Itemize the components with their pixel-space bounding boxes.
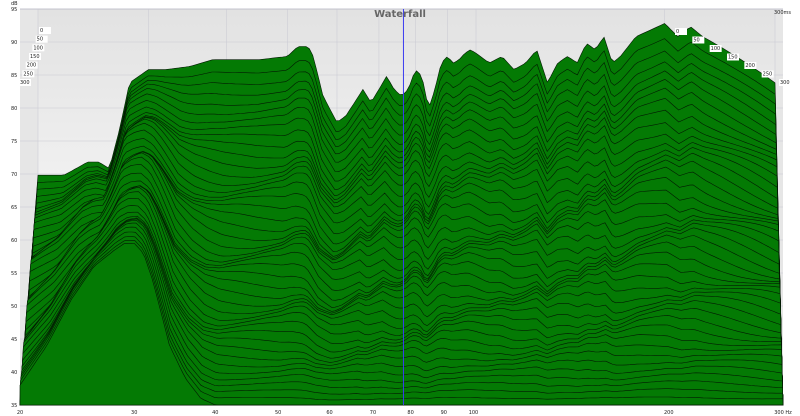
y-tick-label: 75 [11,139,17,145]
chart-title: Waterfall [374,9,426,20]
y-tick-label: 85 [11,73,17,79]
x-tick-label: 90 [441,410,447,416]
time-tick-right: 150 [728,55,738,61]
x-tick-label: 40 [212,410,218,416]
time-tick-left: 50 [37,37,43,43]
time-tick-left: 300 [20,80,30,86]
x-tick-label: 50 [275,410,281,416]
time-tick-left: 150 [30,54,40,60]
y-tick-label: 90 [11,40,17,46]
y-tick-label: 65 [11,205,17,211]
y-tick-label: 50 [11,304,17,310]
x-tick-label: 100 [469,410,479,416]
y-tick-label: 95 [11,7,17,13]
y-tick-label: 45 [11,337,17,343]
time-tick-right: 50 [693,38,699,44]
y-tick-label: 80 [11,106,17,112]
time-tick-left: 200 [27,63,37,69]
x-tick-label: 300 Hz [774,410,792,416]
x-tick-label: 70 [370,410,376,416]
time-tick-right: 0 [676,29,679,35]
x-tick-label: 30 [131,410,137,416]
time-tick-right: 300 [780,80,790,86]
x-tick-label: 60 [326,410,332,416]
waterfall-chart: 35 40 45 50 55 60 65 70 75 80 85 90 95 20 30 40 50 60 70 8… [0,0,800,416]
time-tick-right: 100 [711,46,721,52]
y-tick-label: 60 [11,238,17,244]
time-tick-left: 100 [33,45,43,51]
time-tick-right: 250 [763,72,773,78]
x-tick-label: 80 [407,410,413,416]
y-tick-label: 55 [11,271,17,277]
x-tick-label: 20 [17,410,23,416]
y-axis-unit: dB [11,1,18,7]
time-axis-end-label: 300ms [774,10,791,16]
time-tick-left: 250 [23,71,33,77]
time-tick-right: 200 [745,63,755,69]
x-tick-label: 200 [664,410,674,416]
time-tick-left: 0 [40,28,43,34]
y-tick-label: 40 [11,370,17,376]
y-tick-label: 35 [11,403,17,409]
y-tick-label: 70 [11,172,17,178]
